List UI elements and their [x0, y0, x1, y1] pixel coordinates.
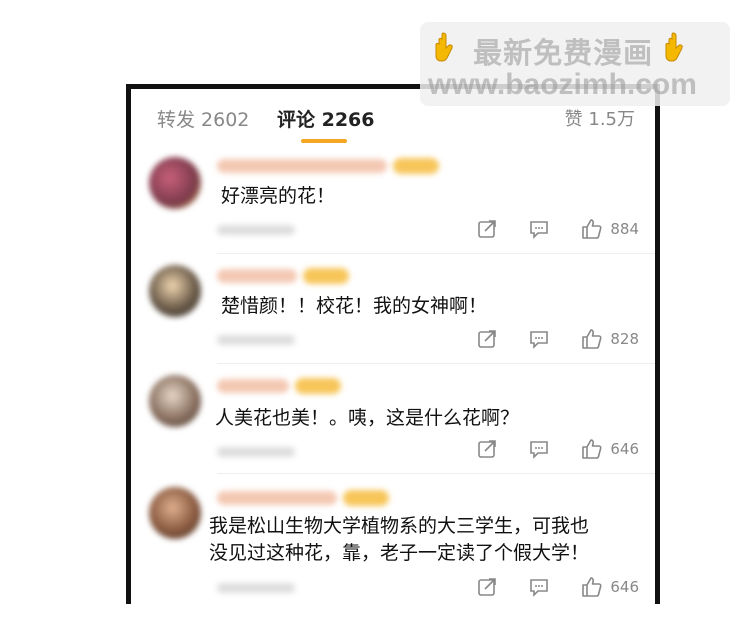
- share-icon: [478, 578, 497, 596]
- share-button[interactable]: [476, 576, 498, 598]
- share-icon: [478, 220, 497, 238]
- comment-item: 我是松山生物大学植物系的大三学生，可我也 没见过这种花，靠，老子一定读了个假大学…: [131, 477, 655, 617]
- comment-text: 人美花也美！。咦，这是什么花啊？: [215, 407, 520, 429]
- tab-comments[interactable]: 评论 2266: [277, 105, 375, 132]
- comment-actions: 884: [446, 217, 639, 241]
- comment-item: 人美花也美！。咦，这是什么花啊？ 646: [131, 367, 655, 475]
- user-badge: [295, 378, 341, 394]
- avatar[interactable]: [149, 265, 201, 317]
- like-button[interactable]: 646: [580, 575, 639, 599]
- avatar[interactable]: [149, 375, 201, 427]
- watermark: 最新免费漫画 www.baozimh.com: [420, 22, 730, 106]
- watermark-title-text: 最新免费漫画: [473, 36, 654, 70]
- reply-button[interactable]: [528, 576, 550, 598]
- pointing-down-hand-icon: [434, 31, 462, 70]
- comment-panel: 转发 2602 评论 2266 赞 1.5万 好漂亮的花！ 884 楚惜颜！！校…: [126, 84, 660, 604]
- comment-actions: 646: [446, 575, 639, 599]
- watermark-url: www.baozimh.com: [428, 68, 697, 101]
- tab-bar: 转发 2602 评论 2266 赞 1.5万: [151, 105, 635, 143]
- username[interactable]: [217, 491, 337, 505]
- share-button[interactable]: [476, 328, 498, 350]
- user-badge: [393, 158, 439, 174]
- share-button[interactable]: [476, 218, 498, 240]
- like-button[interactable]: 646: [580, 437, 639, 461]
- comment-actions: 646: [446, 437, 639, 461]
- username[interactable]: [217, 159, 387, 173]
- divider: [217, 253, 655, 254]
- like-count: 884: [610, 220, 639, 238]
- comment-icon: [530, 331, 549, 349]
- comment-icon: [530, 221, 549, 239]
- divider: [217, 473, 655, 474]
- avatar[interactable]: [149, 487, 201, 539]
- like-count: 646: [610, 440, 639, 458]
- watermark-title: 最新免费漫画: [434, 30, 692, 72]
- comment-time: [217, 335, 295, 345]
- avatar[interactable]: [149, 157, 201, 209]
- comment-actions: 828: [446, 327, 639, 351]
- username[interactable]: [217, 269, 297, 283]
- divider: [217, 363, 655, 364]
- comment-item: 楚惜颜！！校花！我的女神啊！ 828: [131, 257, 655, 365]
- share-icon: [478, 330, 497, 348]
- comment-icon: [530, 441, 549, 459]
- comment-item: 好漂亮的花！ 884: [131, 147, 655, 255]
- user-badge: [303, 268, 349, 284]
- like-button[interactable]: 828: [580, 327, 639, 351]
- comment-text: 我是松山生物大学植物系的大三学生，可我也 没见过这种花，靠，老子一定读了个假大学…: [209, 515, 590, 564]
- share-button[interactable]: [476, 438, 498, 460]
- reply-button[interactable]: [528, 438, 550, 460]
- thumbs-up-icon: [582, 439, 602, 459]
- user-badge: [343, 490, 389, 506]
- pointing-down-hand-icon: [664, 31, 692, 70]
- like-count: 646: [610, 578, 639, 596]
- comment-time: [217, 583, 295, 593]
- share-icon: [478, 440, 497, 458]
- comment-time: [217, 225, 295, 235]
- comment-icon: [530, 579, 549, 597]
- tab-likes[interactable]: 赞 1.5万: [565, 105, 635, 131]
- thumbs-up-icon: [582, 329, 602, 349]
- comment-text: 好漂亮的花！: [221, 185, 336, 207]
- reply-button[interactable]: [528, 328, 550, 350]
- thumbs-up-icon: [582, 577, 602, 597]
- tab-repost[interactable]: 转发 2602: [157, 105, 249, 132]
- thumbs-up-icon: [582, 219, 602, 239]
- comment-text: 楚惜颜！！校花！我的女神啊！: [221, 295, 488, 317]
- like-count: 828: [610, 330, 639, 348]
- reply-button[interactable]: [528, 218, 550, 240]
- username[interactable]: [217, 379, 289, 393]
- comment-time: [217, 447, 295, 457]
- like-button[interactable]: 884: [580, 217, 639, 241]
- active-tab-indicator: [301, 139, 347, 143]
